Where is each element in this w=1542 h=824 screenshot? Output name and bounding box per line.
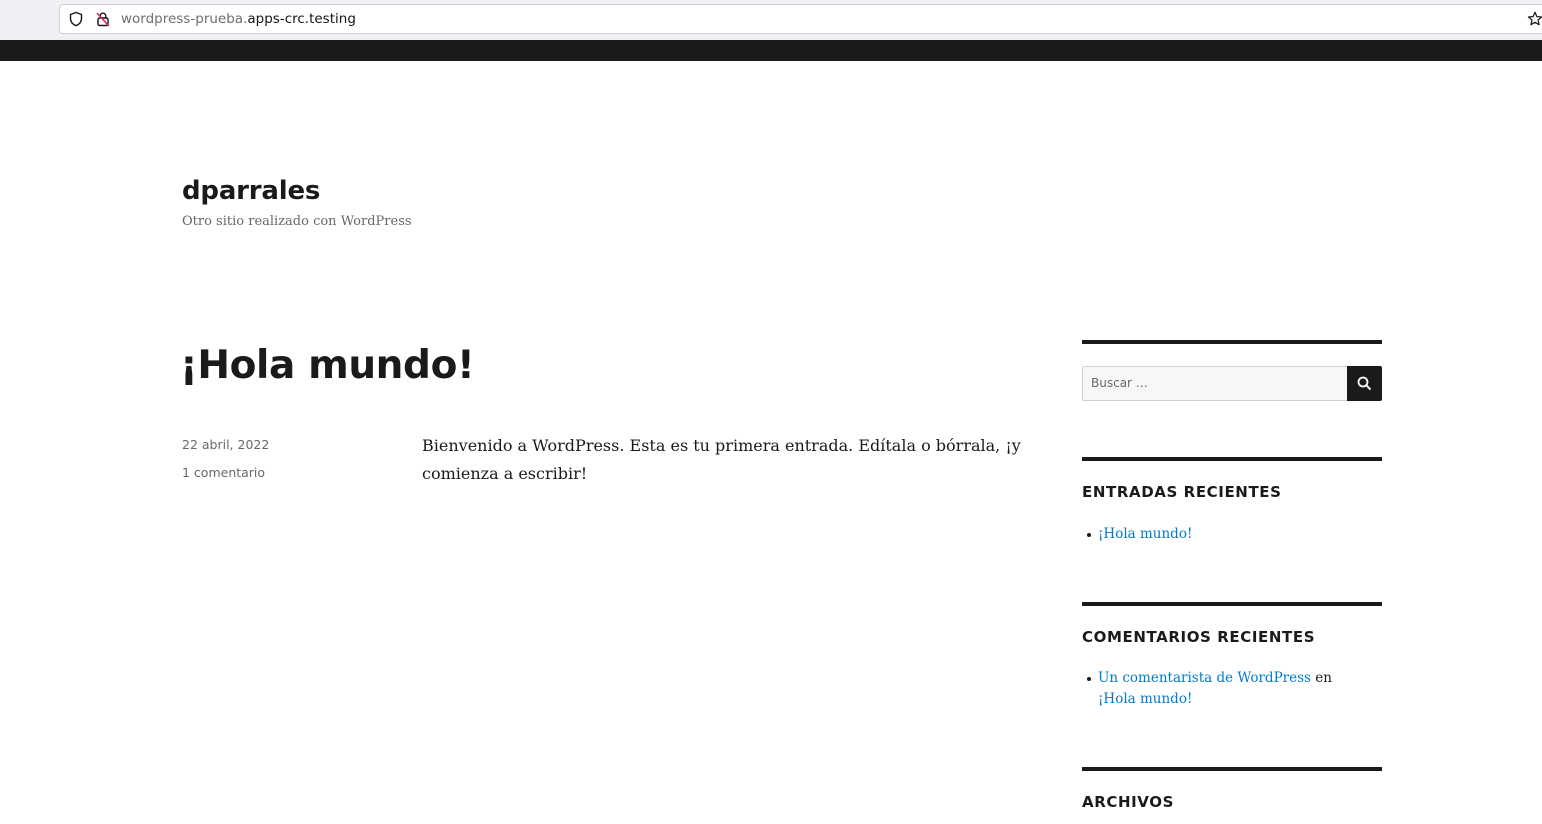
insecure-lock-icon[interactable] [95, 11, 111, 27]
shield-icon[interactable] [68, 11, 84, 27]
browser-toolbar: wordpress-prueba.apps-crc.testing [0, 0, 1542, 40]
recent-posts-title: ENTRADAS RECIENTES [1082, 483, 1282, 501]
widget-divider [1082, 340, 1382, 344]
address-bar[interactable]: wordpress-prueba.apps-crc.testing [59, 4, 1542, 34]
url-text[interactable]: wordpress-prueba.apps-crc.testing [121, 11, 356, 27]
recent-post-link[interactable]: ¡Hola mundo! [1098, 526, 1192, 542]
site-title[interactable]: dparrales [182, 172, 320, 210]
url-subdomain: wordpress-prueba. [121, 11, 248, 27]
post-comments-link[interactable]: 1 comentario [182, 465, 265, 481]
recent-comments-list: Un comentarista de WordPress en ¡Hola mu… [1082, 668, 1362, 710]
list-item: Un comentarista de WordPress en ¡Hola mu… [1082, 668, 1362, 710]
comment-connector: en [1315, 670, 1332, 686]
search-input[interactable]: Buscar … [1082, 366, 1348, 401]
url-domain: apps-crc.testing [247, 11, 356, 27]
archives-title: ARCHIVOS [1082, 793, 1175, 811]
post-date[interactable]: 22 abril, 2022 [182, 437, 269, 453]
comment-post-link[interactable]: ¡Hola mundo! [1098, 691, 1192, 707]
recent-comments-title: COMENTARIOS RECIENTES [1082, 628, 1316, 646]
widget-divider [1082, 767, 1382, 771]
site-top-band [0, 40, 1542, 61]
search-button[interactable] [1347, 366, 1382, 401]
site-description: Otro sitio realizado con WordPress [182, 214, 412, 229]
recent-posts-list: ¡Hola mundo! [1082, 524, 1382, 545]
post-title[interactable]: ¡Hola mundo! [180, 338, 475, 394]
list-item: ¡Hola mundo! [1082, 524, 1382, 545]
star-icon[interactable] [1527, 11, 1542, 27]
post-content: Bienvenido a WordPress. Esta es tu prime… [422, 436, 1021, 483]
comment-author-link[interactable]: Un comentarista de WordPress [1098, 670, 1311, 686]
search-icon [1357, 376, 1372, 391]
widget-divider [1082, 602, 1382, 606]
widget-divider [1082, 457, 1382, 461]
